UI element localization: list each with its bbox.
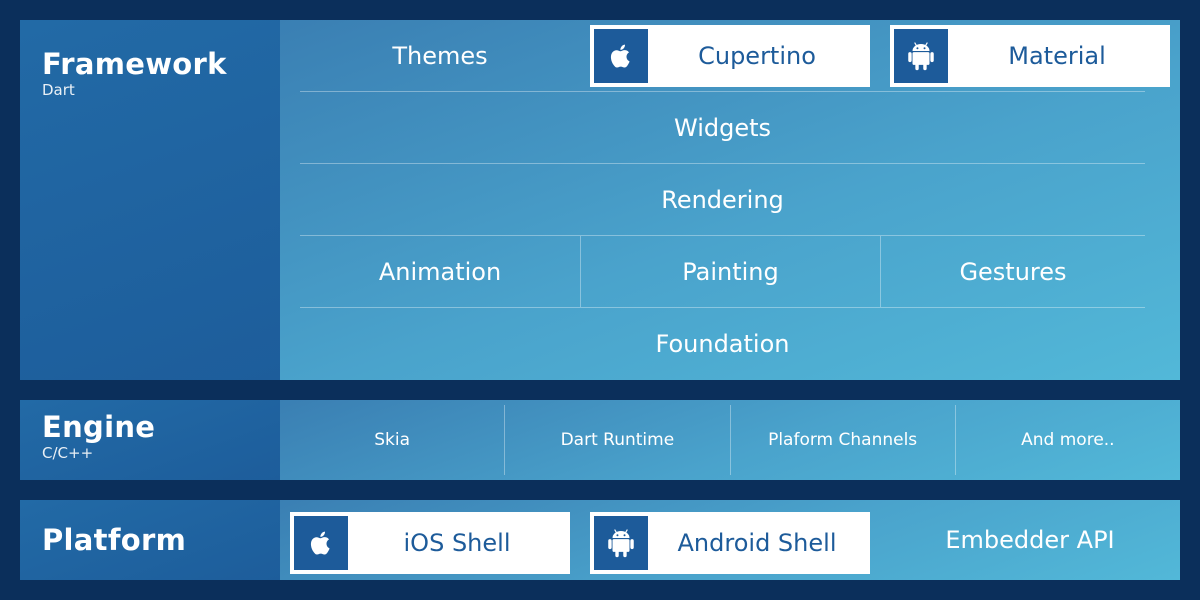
material-box: Material [890, 25, 1170, 87]
platform-title: Platform [42, 523, 187, 557]
engine-item-platform-channels: Plaform Channels [729, 405, 955, 475]
platform-label: Platform [20, 500, 280, 580]
framework-language: Dart [42, 81, 75, 99]
framework-layer: Framework Dart Themes Cupertino Material… [20, 20, 1180, 380]
animation-cell: Animation [378, 257, 502, 286]
apple-icon [594, 29, 648, 83]
framework-title: Framework [42, 47, 227, 81]
cupertino-box: Cupertino [590, 25, 870, 87]
engine-item-skia: Skia [374, 430, 411, 450]
engine-item-more: And more.. [954, 405, 1180, 475]
painting-cell: Painting [580, 236, 880, 307]
middle-row: Animation Painting Gestures [300, 236, 1145, 308]
embedder-api-label: Embedder API [945, 526, 1115, 554]
framework-body: Themes Cupertino Material Widgets Render… [280, 20, 1180, 380]
engine-language: C/C++ [42, 444, 94, 462]
engine-title: Engine [42, 410, 156, 444]
engine-body: Skia Dart Runtime Plaform Channels And m… [280, 400, 1180, 480]
themes-label: Themes [392, 42, 488, 70]
gestures-cell: Gestures [880, 236, 1145, 307]
engine-label: Engine C/C++ [20, 400, 280, 480]
cupertino-label: Cupertino [698, 42, 816, 70]
engine-item-dart-runtime: Dart Runtime [504, 405, 729, 475]
material-label: Material [1008, 42, 1106, 70]
framework-label: Framework Dart [20, 20, 280, 380]
ios-shell-label: iOS Shell [403, 529, 511, 557]
rendering-row: Rendering [300, 164, 1145, 236]
android-icon [894, 29, 948, 83]
platform-layer: Platform iOS Shell Android Shell Embedde… [20, 500, 1180, 580]
foundation-row: Foundation [655, 330, 790, 358]
platform-body: iOS Shell Android Shell Embedder API [280, 500, 1180, 580]
engine-layer: Engine C/C++ Skia Dart Runtime Plaform C… [20, 400, 1180, 480]
widgets-row: Widgets [300, 92, 1145, 164]
apple-icon [294, 516, 348, 570]
android-shell-label: Android Shell [677, 529, 837, 557]
android-icon [594, 516, 648, 570]
android-shell-box: Android Shell [590, 512, 870, 574]
ios-shell-box: iOS Shell [290, 512, 570, 574]
